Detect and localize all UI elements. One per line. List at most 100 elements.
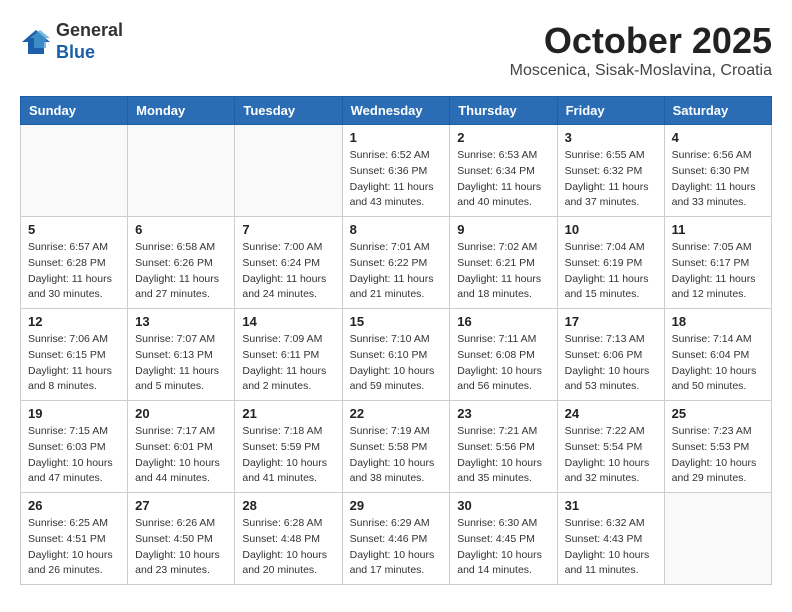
day-number: 26: [28, 498, 120, 513]
day-number: 6: [135, 222, 227, 237]
calendar-cell: 4 Sunrise: 6:56 AM Sunset: 6:30 PM Daylig…: [664, 125, 771, 217]
calendar-cell: 8Sunrise: 7:01 AM Sunset: 6:22 PM Daylig…: [342, 217, 450, 309]
day-info: Sunrise: 7:18 AM Sunset: 5:59 PM Dayligh…: [242, 424, 334, 487]
calendar-cell: 11Sunrise: 7:05 AM Sunset: 6:17 PM Dayli…: [664, 217, 771, 309]
calendar-cell: 1Sunrise: 6:52 AM Sunset: 6:36 PM Daylig…: [342, 125, 450, 217]
calendar-cell: 29 Sunrise: 6:29 AM Sunset: 4:46 PM Dayli…: [342, 493, 450, 585]
day-info: Sunrise: 7:02 AM Sunset: 6:21 PM Dayligh…: [457, 240, 549, 303]
day-info: Sunrise: 6:57 AM Sunset: 6:28 PM Dayligh…: [28, 240, 120, 303]
day-info: Sunrise: 6:52 AM Sunset: 6:36 PM Dayligh…: [350, 148, 443, 211]
calendar-cell: 20Sunrise: 7:17 AM Sunset: 6:01 PM Dayli…: [128, 401, 235, 493]
calendar-cell: [664, 493, 771, 585]
day-info: Sunrise: 7:06 AM Sunset: 6:15 PM Dayligh…: [28, 332, 120, 395]
day-info: Sunrise: 7:11 AM Sunset: 6:08 PM Dayligh…: [457, 332, 549, 395]
day-number: 13: [135, 314, 227, 329]
day-info: Sunrise: 7:13 AM Sunset: 6:06 PM Dayligh…: [565, 332, 657, 395]
calendar-cell: 31 Sunrise: 6:32 AM Sunset: 4:43 PM Dayli…: [557, 493, 664, 585]
logo-icon: [20, 28, 52, 56]
day-info: Sunrise: 7:07 AM Sunset: 6:13 PM Dayligh…: [135, 332, 227, 395]
day-number: 22: [350, 406, 443, 421]
calendar-cell: 10Sunrise: 7:04 AM Sunset: 6:19 PM Dayli…: [557, 217, 664, 309]
day-number: 4: [672, 130, 764, 145]
day-number: 30: [457, 498, 549, 513]
day-info: Sunrise: 7:17 AM Sunset: 6:01 PM Dayligh…: [135, 424, 227, 487]
week-row-2: 5Sunrise: 6:57 AM Sunset: 6:28 PM Daylig…: [21, 217, 772, 309]
day-number: 11: [672, 222, 764, 237]
weekday-header-saturday: Saturday: [664, 97, 771, 125]
calendar-cell: 6 Sunrise: 6:58 AM Sunset: 6:26 PM Daylig…: [128, 217, 235, 309]
day-info: Sunrise: 7:14 AM Sunset: 6:04 PM Dayligh…: [672, 332, 764, 395]
day-info: Sunrise: 6:53 AM Sunset: 6:34 PM Dayligh…: [457, 148, 549, 211]
logo-general-text: General: [56, 20, 123, 42]
calendar-cell: 26 Sunrise: 6:25 AM Sunset: 4:51 PM Dayli…: [21, 493, 128, 585]
weekday-header-row: SundayMondayTuesdayWednesdayThursdayFrid…: [21, 97, 772, 125]
day-info: Sunrise: 6:29 AM Sunset: 4:46 PM Dayligh…: [350, 516, 443, 579]
day-number: 19: [28, 406, 120, 421]
day-number: 3: [565, 130, 657, 145]
day-info: Sunrise: 7:21 AM Sunset: 5:56 PM Dayligh…: [457, 424, 549, 487]
day-info: Sunrise: 6:58 AM Sunset: 6:26 PM Dayligh…: [135, 240, 227, 303]
week-row-4: 19Sunrise: 7:15 AM Sunset: 6:03 PM Dayli…: [21, 401, 772, 493]
calendar-cell: 21 Sunrise: 7:18 AM Sunset: 5:59 PM Dayli…: [235, 401, 342, 493]
day-number: 23: [457, 406, 549, 421]
calendar-cell: 16 Sunrise: 7:11 AM Sunset: 6:08 PM Dayli…: [450, 309, 557, 401]
day-number: 28: [242, 498, 334, 513]
calendar-cell: [235, 125, 342, 217]
weekday-header-monday: Monday: [128, 97, 235, 125]
day-number: 16: [457, 314, 549, 329]
day-number: 12: [28, 314, 120, 329]
calendar-cell: 9 Sunrise: 7:02 AM Sunset: 6:21 PM Daylig…: [450, 217, 557, 309]
calendar-cell: 2 Sunrise: 6:53 AM Sunset: 6:34 PM Daylig…: [450, 125, 557, 217]
calendar-cell: 28 Sunrise: 6:28 AM Sunset: 4:48 PM Dayli…: [235, 493, 342, 585]
calendar-cell: 5Sunrise: 6:57 AM Sunset: 6:28 PM Daylig…: [21, 217, 128, 309]
day-info: Sunrise: 6:30 AM Sunset: 4:45 PM Dayligh…: [457, 516, 549, 579]
calendar-cell: 14Sunrise: 7:09 AM Sunset: 6:11 PM Dayli…: [235, 309, 342, 401]
weekday-header-thursday: Thursday: [450, 97, 557, 125]
calendar-cell: 13 Sunrise: 7:07 AM Sunset: 6:13 PM Dayli…: [128, 309, 235, 401]
day-info: Sunrise: 7:01 AM Sunset: 6:22 PM Dayligh…: [350, 240, 443, 303]
day-number: 15: [350, 314, 443, 329]
day-info: Sunrise: 7:19 AM Sunset: 5:58 PM Dayligh…: [350, 424, 443, 487]
calendar-cell: 17 Sunrise: 7:13 AM Sunset: 6:06 PM Dayli…: [557, 309, 664, 401]
calendar-cell: [128, 125, 235, 217]
day-number: 24: [565, 406, 657, 421]
weekday-header-friday: Friday: [557, 97, 664, 125]
logo: General Blue: [20, 20, 123, 63]
title-section: October 2025 Moscenica, Sisak-Moslavina,…: [510, 20, 772, 80]
day-number: 31: [565, 498, 657, 513]
day-info: Sunrise: 6:55 AM Sunset: 6:32 PM Dayligh…: [565, 148, 657, 211]
day-info: Sunrise: 7:23 AM Sunset: 5:53 PM Dayligh…: [672, 424, 764, 487]
day-number: 14: [242, 314, 334, 329]
calendar-cell: 3 Sunrise: 6:55 AM Sunset: 6:32 PM Daylig…: [557, 125, 664, 217]
calendar-cell: 15 Sunrise: 7:10 AM Sunset: 6:10 PM Dayli…: [342, 309, 450, 401]
day-info: Sunrise: 6:26 AM Sunset: 4:50 PM Dayligh…: [135, 516, 227, 579]
day-number: 29: [350, 498, 443, 513]
day-info: Sunrise: 7:10 AM Sunset: 6:10 PM Dayligh…: [350, 332, 443, 395]
day-info: Sunrise: 6:56 AM Sunset: 6:30 PM Dayligh…: [672, 148, 764, 211]
day-number: 7: [242, 222, 334, 237]
day-number: 25: [672, 406, 764, 421]
day-number: 27: [135, 498, 227, 513]
day-number: 17: [565, 314, 657, 329]
calendar-cell: 30 Sunrise: 6:30 AM Sunset: 4:45 PM Dayli…: [450, 493, 557, 585]
day-info: Sunrise: 6:32 AM Sunset: 4:43 PM Dayligh…: [565, 516, 657, 579]
calendar-cell: 22 Sunrise: 7:19 AM Sunset: 5:58 PM Dayli…: [342, 401, 450, 493]
day-info: Sunrise: 6:25 AM Sunset: 4:51 PM Dayligh…: [28, 516, 120, 579]
month-title: October 2025: [510, 20, 772, 62]
calendar-cell: 27 Sunrise: 6:26 AM Sunset: 4:50 PM Dayli…: [128, 493, 235, 585]
week-row-3: 12 Sunrise: 7:06 AM Sunset: 6:15 PM Dayli…: [21, 309, 772, 401]
calendar-cell: 25 Sunrise: 7:23 AM Sunset: 5:53 PM Dayli…: [664, 401, 771, 493]
calendar-cell: 7 Sunrise: 7:00 AM Sunset: 6:24 PM Daylig…: [235, 217, 342, 309]
week-row-1: 1Sunrise: 6:52 AM Sunset: 6:36 PM Daylig…: [21, 125, 772, 217]
week-row-5: 26 Sunrise: 6:25 AM Sunset: 4:51 PM Dayli…: [21, 493, 772, 585]
day-info: Sunrise: 7:00 AM Sunset: 6:24 PM Dayligh…: [242, 240, 334, 303]
day-number: 2: [457, 130, 549, 145]
weekday-header-tuesday: Tuesday: [235, 97, 342, 125]
calendar-table: SundayMondayTuesdayWednesdayThursdayFrid…: [20, 96, 772, 585]
day-number: 9: [457, 222, 549, 237]
day-info: Sunrise: 6:28 AM Sunset: 4:48 PM Dayligh…: [242, 516, 334, 579]
weekday-header-wednesday: Wednesday: [342, 97, 450, 125]
day-info: Sunrise: 7:22 AM Sunset: 5:54 PM Dayligh…: [565, 424, 657, 487]
day-number: 21: [242, 406, 334, 421]
logo-blue-text: Blue: [56, 42, 123, 64]
